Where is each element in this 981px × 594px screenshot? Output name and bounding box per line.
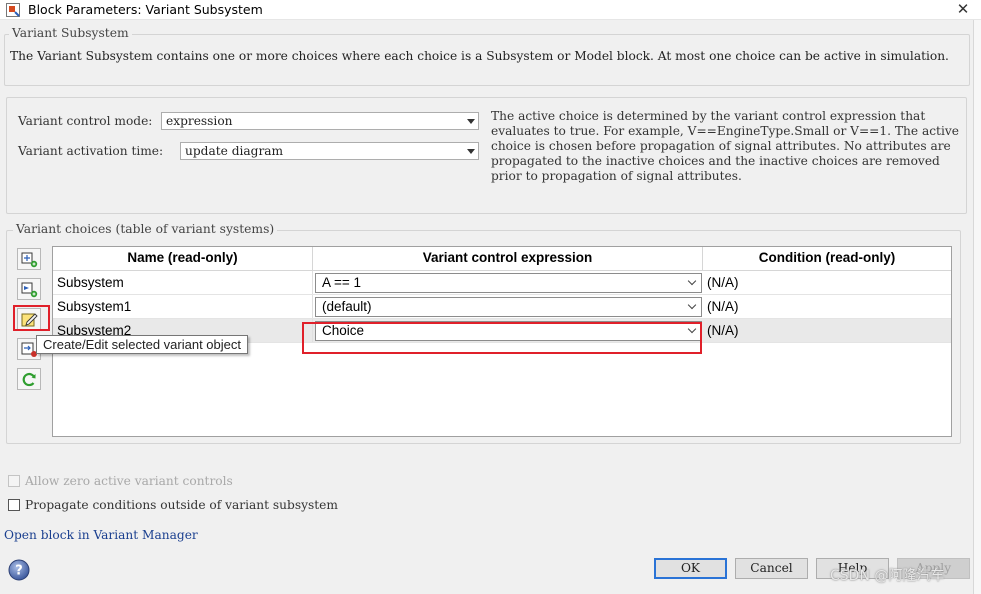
window-title: Block Parameters: Variant Subsystem [28, 2, 263, 17]
dropdown-arrow-icon [467, 149, 475, 154]
window-right-border [973, 20, 981, 594]
row-name-cell: Subsystem [53, 271, 313, 294]
column-header-expression: Variant control expression [313, 247, 703, 271]
propagate-conditions-checkbox[interactable] [8, 499, 20, 511]
tooltip: Create/Edit selected variant object [36, 335, 248, 354]
row-condition-cell: (N/A) [707, 299, 739, 314]
edit-button-highlight [13, 305, 50, 331]
variant-control-mode-value: expression [166, 114, 233, 128]
add-subsystem-choice-button[interactable] [17, 248, 41, 270]
expression-dropdown[interactable]: (default) [315, 297, 702, 317]
refresh-button[interactable] [17, 368, 41, 390]
add-subsystem-icon [21, 252, 38, 268]
dropdown-arrow-icon [467, 119, 475, 124]
expression-value: A == 1 [322, 275, 362, 290]
cancel-button[interactable]: Cancel [735, 558, 808, 579]
variant-choices-legend: Variant choices (table of variant system… [13, 222, 278, 236]
variant-activation-time-value: update diagram [185, 144, 284, 158]
expression-value: (default) [322, 299, 372, 314]
table-row[interactable]: Subsystem A == 1 (N/A) [53, 271, 951, 295]
activation-info-text: The active choice is determined by the v… [491, 109, 959, 183]
simulink-block-icon [6, 3, 20, 17]
row-name-cell: Subsystem1 [53, 295, 313, 318]
add-model-choice-button[interactable] [17, 278, 41, 300]
column-header-condition: Condition (read-only) [703, 247, 951, 271]
svg-text:?: ? [15, 564, 23, 579]
column-header-name: Name (read-only) [53, 247, 313, 271]
table-row[interactable]: Subsystem1 (default) (N/A) [53, 295, 951, 319]
title-bar: Block Parameters: Variant Subsystem ✕ [0, 0, 981, 20]
open-variant-manager-link[interactable]: Open block in Variant Manager [4, 528, 198, 542]
ok-button[interactable]: OK [654, 558, 727, 579]
row-condition-cell: (N/A) [707, 275, 739, 290]
variant-activation-time-dropdown[interactable]: update diagram [180, 142, 479, 160]
expression-dropdown[interactable]: A == 1 [315, 273, 702, 293]
description-text: The Variant Subsystem contains one or mo… [10, 49, 949, 63]
variant-control-mode-label: Variant control mode: [18, 114, 153, 128]
allow-zero-active-label: Allow zero active variant controls [25, 474, 233, 488]
help-icon[interactable]: ? [8, 559, 30, 581]
add-model-icon [21, 282, 38, 298]
row-condition-cell: (N/A) [707, 323, 739, 338]
close-icon[interactable]: ✕ [955, 0, 971, 18]
refresh-icon [22, 372, 36, 387]
variant-control-mode-dropdown[interactable]: expression [161, 112, 479, 130]
chevron-down-icon [687, 300, 697, 310]
propagate-conditions-label: Propagate conditions outside of variant … [25, 498, 338, 512]
chevron-down-icon [687, 276, 697, 286]
variant-activation-time-label: Variant activation time: [18, 144, 164, 158]
watermark: CSDN @阿隆汽车 [830, 568, 945, 584]
allow-zero-active-checkbox[interactable] [8, 475, 20, 487]
description-legend: Variant Subsystem [9, 26, 132, 40]
expression-cell-highlight [302, 322, 702, 354]
